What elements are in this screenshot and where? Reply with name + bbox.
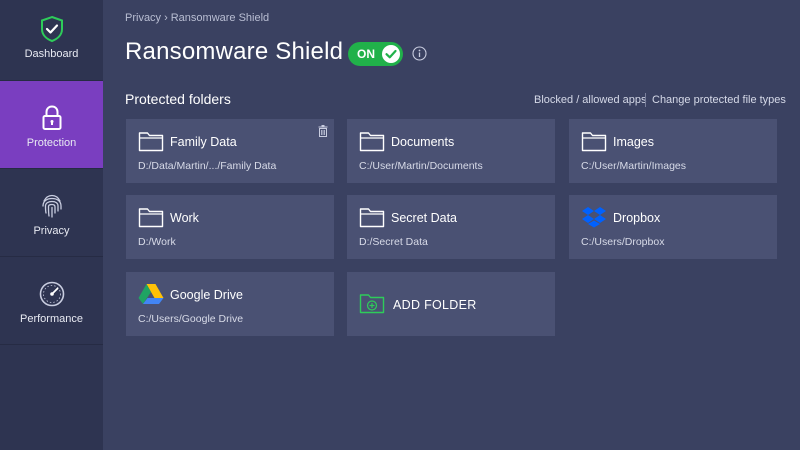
section-title: Protected folders (125, 91, 231, 107)
breadcrumb-current: Ransomware Shield (170, 12, 270, 24)
folder-add-icon (359, 294, 385, 314)
shield-toggle[interactable]: ON (348, 42, 403, 66)
sidebar-item-label: Privacy (33, 225, 70, 237)
trash-icon[interactable] (318, 125, 328, 137)
folder-card-images[interactable]: Images C:/User/Martin/Images (569, 119, 777, 183)
toggle-knob (382, 45, 400, 63)
google-drive-icon (138, 284, 164, 304)
speedometer-icon (39, 281, 64, 307)
folder-icon (359, 208, 385, 228)
change-file-types-link[interactable]: Change protected file types (652, 94, 786, 106)
folder-name: Google Drive (170, 288, 243, 302)
lock-icon (42, 105, 61, 130)
sidebar: Dashboard Protection Privacy Performance (0, 0, 103, 450)
folder-path: D:/Secret Data (359, 236, 428, 248)
sidebar-item-label: Dashboard (24, 48, 79, 60)
folder-path: D:/Data/Martin/.../Family Data (138, 160, 277, 172)
folder-name: Dropbox (613, 211, 661, 225)
sidebar-item-protection[interactable]: Protection (0, 81, 103, 169)
sidebar-item-privacy[interactable]: Privacy (0, 169, 103, 257)
sidebar-item-label: Performance (20, 313, 83, 325)
info-icon[interactable] (412, 46, 427, 61)
sidebar-item-performance[interactable]: Performance (0, 257, 103, 345)
page-title: Ransomware Shield (125, 38, 344, 65)
breadcrumb-separator: › (164, 12, 168, 24)
folder-path: C:/User/Martin/Images (581, 160, 687, 172)
folder-card-secret-data[interactable]: Secret Data D:/Secret Data (347, 195, 555, 259)
sidebar-item-label: Protection (26, 137, 77, 149)
folder-icon (138, 132, 164, 152)
toggle-label: ON (357, 47, 375, 61)
folder-name: Family Data (170, 135, 237, 149)
folder-icon (138, 208, 164, 228)
add-folder-button[interactable]: ADD FOLDER (347, 272, 555, 336)
folder-path: C:/Users/Dropbox (581, 236, 665, 248)
folder-card-family-data[interactable]: Family Data D:/Data/Martin/.../Family Da… (126, 119, 334, 183)
check-icon (385, 49, 397, 59)
folder-card-google-drive[interactable]: Google Drive C:/Users/Google Drive (126, 272, 334, 336)
breadcrumb: Privacy › Ransomware Shield (125, 12, 269, 24)
folder-card-dropbox[interactable]: Dropbox C:/Users/Dropbox (569, 195, 777, 259)
dropbox-icon (582, 207, 606, 228)
folder-icon (359, 132, 385, 152)
folder-name: Secret Data (391, 211, 458, 225)
folder-path: D:/Work (138, 236, 176, 248)
folder-icon (581, 132, 607, 152)
add-folder-label: ADD FOLDER (393, 298, 477, 312)
fingerprint-icon (41, 194, 62, 218)
folder-path: C:/User/Martin/Documents (359, 160, 483, 172)
folder-path: C:/Users/Google Drive (138, 313, 244, 325)
folder-card-work[interactable]: Work D:/Work (126, 195, 334, 259)
folder-name: Images (613, 135, 654, 149)
folder-name: Documents (391, 135, 455, 149)
folder-name: Work (170, 211, 199, 225)
link-divider (645, 93, 646, 107)
sidebar-item-dashboard[interactable]: Dashboard (0, 0, 103, 81)
blocked-allowed-apps-link[interactable]: Blocked / allowed apps (534, 94, 647, 106)
breadcrumb-privacy[interactable]: Privacy (125, 12, 161, 24)
folder-card-documents[interactable]: Documents C:/User/Martin/Documents (347, 119, 555, 183)
shield-check-icon (40, 15, 63, 43)
